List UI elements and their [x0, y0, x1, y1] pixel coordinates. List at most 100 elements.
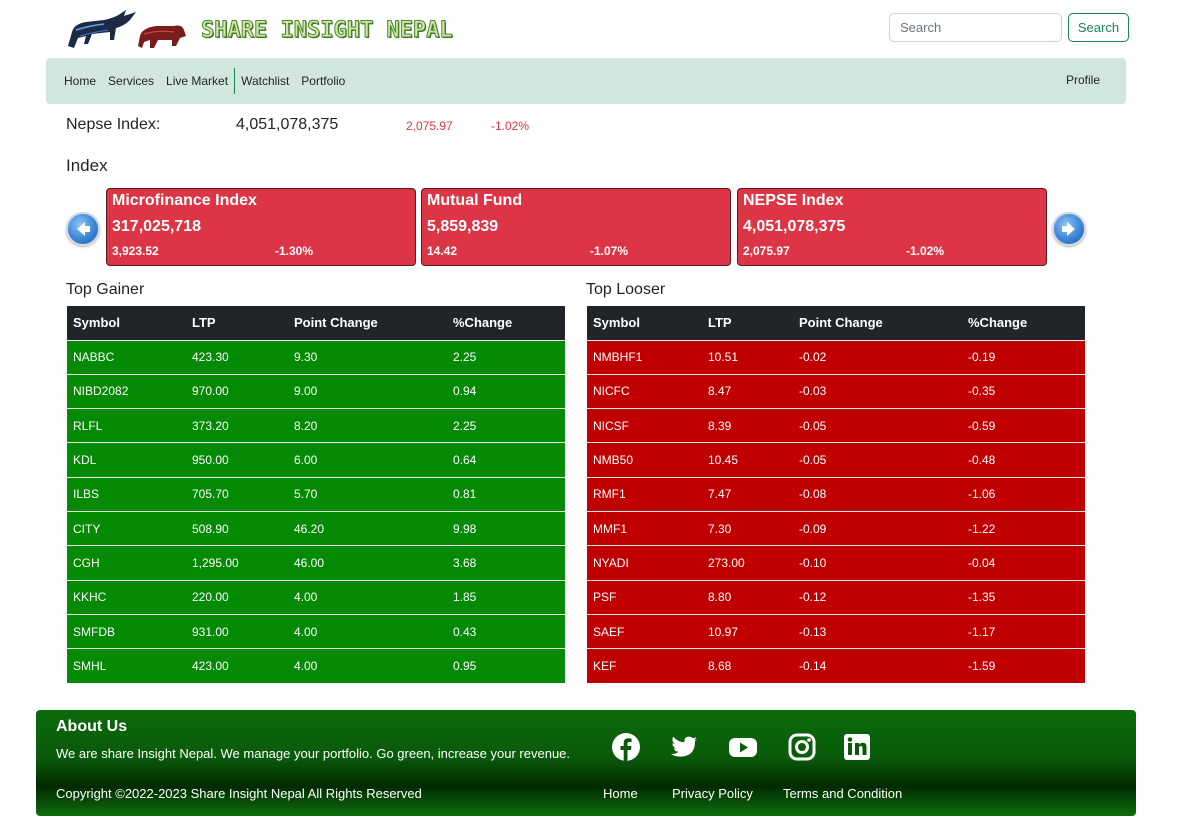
nav-watchlist[interactable]: Watchlist [235, 74, 295, 88]
column-header: Point Change [793, 306, 962, 340]
nav-home[interactable]: Home [58, 74, 102, 88]
carousel-next-arrow-icon[interactable] [1052, 212, 1086, 246]
percent-change-cell: 9.98 [447, 510, 565, 546]
table-row[interactable]: SMHL 423.00 4.00 0.95 [67, 648, 565, 683]
column-header: LTP [186, 306, 288, 340]
table-header-row: Symbol LTP Point Change %Change [67, 306, 565, 340]
youtube-icon[interactable] [728, 732, 758, 762]
point-change-cell: -0.10 [793, 545, 962, 581]
search-input[interactable] [889, 13, 1062, 42]
table-row[interactable]: SMFDB 931.00 4.00 0.43 [67, 613, 565, 649]
point-change-cell: -0.13 [793, 613, 962, 649]
symbol-cell: NIBD2082 [67, 373, 186, 409]
percent-change-cell: 0.95 [447, 648, 565, 683]
table-row[interactable]: RLFL 373.20 8.20 2.25 [67, 408, 565, 443]
instagram-icon[interactable] [787, 732, 817, 762]
symbol-cell: PSF [587, 579, 702, 615]
index-card-value: 4,051,078,375 [743, 218, 846, 235]
symbol-cell: NICSF [587, 408, 702, 443]
nav-services[interactable]: Services [102, 74, 160, 88]
percent-change-cell: -1.22 [962, 510, 1085, 546]
index-card-percent: -1.02% [906, 244, 945, 258]
symbol-cell: NMB50 [587, 442, 702, 478]
table-header-row: Symbol LTP Point Change %Change [587, 306, 1085, 340]
navbar: Home Services Live Market Watchlist Port… [46, 58, 1126, 104]
point-change-cell: -0.12 [793, 579, 962, 615]
table-row[interactable]: NIBD2082 970.00 9.00 0.94 [67, 373, 565, 409]
table-row[interactable]: KEF 8.68 -0.14 -1.59 [587, 648, 1085, 683]
point-change-cell: -0.03 [793, 373, 962, 409]
twitter-icon[interactable] [669, 732, 699, 762]
index-card-nepse[interactable]: NEPSE Index 4,051,078,375 2,075.97 -1.02… [737, 188, 1047, 266]
top-gainer-title: Top Gainer [66, 281, 145, 298]
nepse-label: Nepse Index: [66, 116, 161, 133]
table-row[interactable]: MMF1 7.30 -0.09 -1.22 [587, 510, 1085, 546]
point-change-cell: -0.05 [793, 408, 962, 443]
search-button[interactable]: Search [1068, 13, 1129, 42]
footer-link-terms[interactable]: Terms and Condition [783, 786, 902, 801]
point-change-cell: -0.05 [793, 442, 962, 478]
table-row[interactable]: CGH 1,295.00 46.00 3.68 [67, 545, 565, 581]
footer-link-privacy-policy[interactable]: Privacy Policy [672, 786, 753, 801]
footer-link-home[interactable]: Home [603, 786, 638, 801]
ltp-cell: 220.00 [186, 579, 288, 615]
symbol-cell: RLFL [67, 408, 186, 443]
symbol-cell: SMFDB [67, 613, 186, 649]
ltp-cell: 7.47 [702, 476, 793, 512]
table-row[interactable]: NICSF 8.39 -0.05 -0.59 [587, 408, 1085, 443]
percent-change-cell: 0.94 [447, 373, 565, 409]
symbol-cell: CITY [67, 510, 186, 546]
index-card-microfinance[interactable]: Microfinance Index 317,025,718 3,923.52 … [106, 188, 416, 266]
table-row[interactable]: SAEF 10.97 -0.13 -1.17 [587, 613, 1085, 649]
top-gainer-table: Symbol LTP Point Change %Change NABBC 423… [67, 306, 565, 683]
nepse-point-change: 2,075.97 [406, 119, 453, 133]
index-card-mutual-fund[interactable]: Mutual Fund 5,859,839 14.42 -1.07% [421, 188, 731, 266]
symbol-cell: NMBHF1 [587, 339, 702, 375]
table-row[interactable]: KKHC 220.00 4.00 1.85 [67, 579, 565, 615]
column-header: Point Change [288, 306, 447, 340]
table-row[interactable]: NMB50 10.45 -0.05 -0.48 [587, 442, 1085, 478]
index-card-point: 14.42 [427, 244, 458, 258]
point-change-cell: -0.14 [793, 648, 962, 683]
table-row[interactable]: NICFC 8.47 -0.03 -0.35 [587, 373, 1085, 409]
logo[interactable]: SHARE INSIGHT NEPAL [64, 6, 454, 54]
carousel-prev-arrow-icon[interactable] [66, 212, 100, 246]
point-change-cell: 9.00 [288, 373, 447, 409]
point-change-cell: -0.08 [793, 476, 962, 512]
table-row[interactable]: ILBS 705.70 5.70 0.81 [67, 476, 565, 512]
percent-change-cell: -1.35 [962, 579, 1085, 615]
ltp-cell: 8.68 [702, 648, 793, 683]
index-card-title: NEPSE Index [743, 192, 844, 209]
copyright-text: Copyright ©2022-2023 Share Insight Nepal… [56, 786, 422, 801]
percent-change-cell: -0.35 [962, 373, 1085, 409]
point-change-cell: 6.00 [288, 442, 447, 478]
percent-change-cell: -1.59 [962, 648, 1085, 683]
ltp-cell: 8.39 [702, 408, 793, 443]
nav-live-market[interactable]: Live Market [160, 74, 234, 88]
symbol-cell: CGH [67, 545, 186, 581]
table-row[interactable]: NABBC 423.30 9.30 2.25 [67, 339, 565, 375]
logo-text: SHARE INSIGHT NEPAL [201, 17, 454, 43]
about-text: We are share Insight Nepal. We manage yo… [56, 746, 571, 761]
table-row[interactable]: PSF 8.80 -0.12 -1.35 [587, 579, 1085, 615]
ltp-cell: 423.30 [186, 339, 288, 375]
index-card-value: 317,025,718 [112, 218, 201, 235]
table-row[interactable]: KDL 950.00 6.00 0.64 [67, 442, 565, 478]
percent-change-cell: 2.25 [447, 339, 565, 375]
linkedin-icon[interactable] [842, 732, 872, 762]
table-row[interactable]: CITY 508.90 46.20 9.98 [67, 510, 565, 546]
ltp-cell: 7.30 [702, 510, 793, 546]
percent-change-cell: -1.17 [962, 613, 1085, 649]
ltp-cell: 10.97 [702, 613, 793, 649]
point-change-cell: -0.02 [793, 339, 962, 375]
table-row[interactable]: NYADI 273.00 -0.10 -0.04 [587, 545, 1085, 581]
facebook-icon[interactable] [611, 732, 641, 762]
ltp-cell: 10.45 [702, 442, 793, 478]
symbol-cell: RMF1 [587, 476, 702, 512]
table-row[interactable]: NMBHF1 10.51 -0.02 -0.19 [587, 339, 1085, 375]
nav-profile[interactable]: Profile [1066, 73, 1100, 87]
table-row[interactable]: RMF1 7.47 -0.08 -1.06 [587, 476, 1085, 512]
nav-portfolio[interactable]: Portfolio [295, 74, 351, 88]
symbol-cell: KDL [67, 442, 186, 478]
ltp-cell: 373.20 [186, 408, 288, 443]
